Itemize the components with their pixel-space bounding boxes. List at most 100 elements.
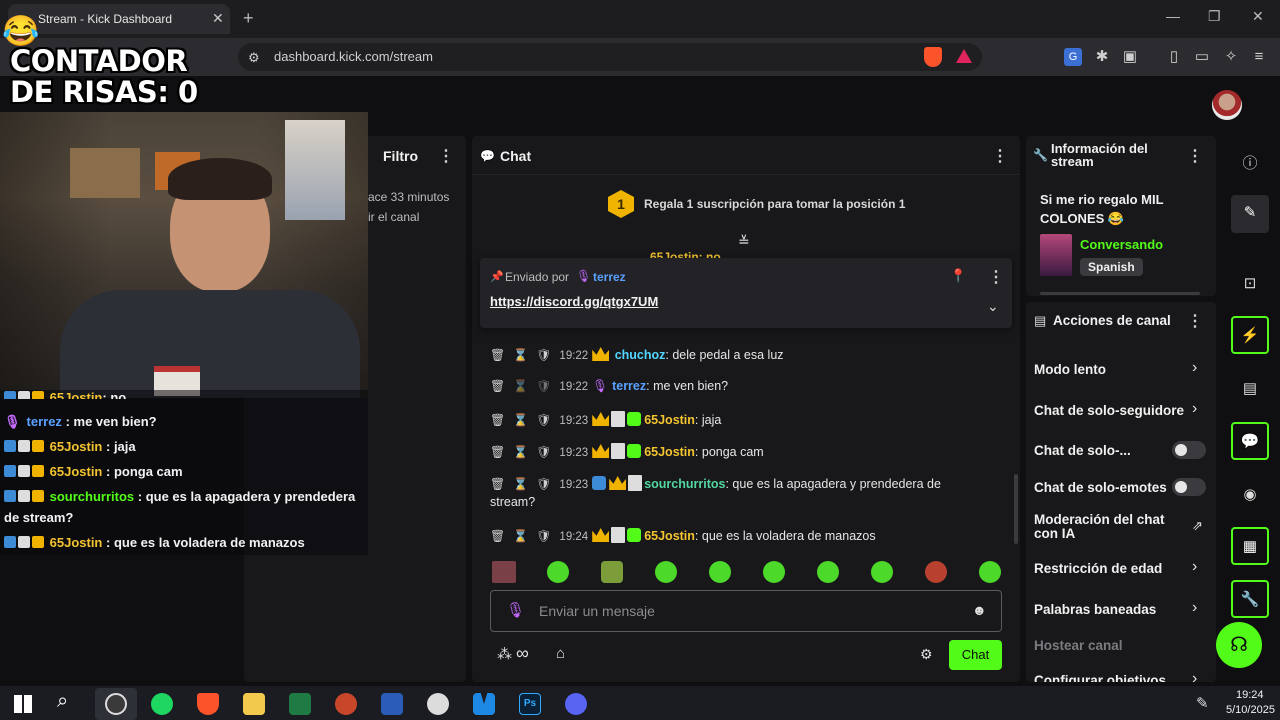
emote-4[interactable] [709, 561, 731, 583]
gift-subscription-prompt[interactable]: Regala 1 suscripción para tomar la posic… [644, 197, 905, 211]
emote-8[interactable] [925, 561, 947, 583]
url-text[interactable]: dashboard.kick.com/stream [274, 49, 433, 64]
pinned-link[interactable]: https://discord.gg/qtgx7UM [490, 294, 658, 309]
delete-icon[interactable]: 🗑 [490, 413, 505, 427]
ban-icon[interactable]: 🛡 [536, 529, 551, 543]
emote-2[interactable] [601, 561, 623, 583]
windows-start-icon[interactable] [14, 695, 32, 713]
emotes-only-toggle[interactable] [1172, 478, 1206, 496]
clock-date[interactable]: 5/10/2025 [1226, 704, 1275, 716]
message-user[interactable]: chuchoz [615, 348, 666, 362]
message-input[interactable]: Enviar un mensaje [539, 603, 655, 619]
ban-icon[interactable]: 🛡 [536, 477, 551, 491]
maximize-icon[interactable]: ❐ [1208, 8, 1221, 25]
message-user[interactable]: 65Jostin [644, 413, 695, 427]
file-explorer-icon[interactable] [243, 693, 265, 715]
expand-pinned-icon[interactable]: ⌄ [987, 298, 999, 315]
chevron-right-icon[interactable]: › [1192, 670, 1197, 682]
stream-info-scrollbar[interactable] [1040, 292, 1200, 295]
timeout-icon[interactable]: ⌛ [513, 413, 528, 427]
brave-shield-icon[interactable] [924, 47, 942, 67]
chat-message[interactable]: 🗑 ⌛ 🛡 19:23 sourchurritos: que es la apagade… [490, 475, 941, 491]
emote-6[interactable] [817, 561, 839, 583]
store-icon[interactable]: ⌂ [556, 645, 565, 662]
extensions-icon[interactable]: ✱ [1093, 48, 1111, 66]
minimize-icon[interactable]: — [1166, 8, 1180, 24]
ban-icon[interactable]: 🛡 [536, 445, 551, 459]
brave-icon[interactable] [197, 693, 219, 715]
broadcast-icon[interactable]: ◉ [1240, 485, 1260, 503]
chat-message[interactable]: 🗑 ⌛ 🛡 19:22 chuchoz: dele pedal a esa luz [490, 347, 784, 362]
excel-icon[interactable] [289, 693, 311, 715]
quick-actions-button[interactable]: ⚡ [1231, 316, 1269, 354]
message-user[interactable]: 65Jostin [644, 445, 695, 459]
tab-close-icon[interactable]: ✕ [212, 10, 224, 27]
emote-recent[interactable] [492, 561, 516, 583]
info-icon[interactable]: ⓘ [1240, 152, 1260, 173]
emote-3[interactable] [655, 561, 677, 583]
delete-icon[interactable]: 🗑 [490, 445, 505, 459]
ai-moderation-option[interactable]: Moderación del chat con IA [1034, 513, 1165, 541]
message-user[interactable]: terrez [612, 379, 646, 393]
photoshop-icon[interactable]: Ps [519, 693, 541, 715]
external-link-icon[interactable]: ⇗ [1192, 518, 1203, 534]
powerpoint-icon[interactable] [335, 693, 357, 715]
emote-9[interactable] [979, 561, 1001, 583]
screenshot-icon[interactable]: ▣ [1121, 48, 1139, 66]
stream-info-menu-icon[interactable]: ⋮ [1187, 146, 1203, 166]
close-window-icon[interactable]: ✕ [1252, 8, 1264, 25]
browser-menu-icon[interactable]: ≡ [1250, 48, 1268, 66]
pinned-user[interactable]: terrez [593, 270, 626, 284]
chat-settings-icon[interactable]: ⚙ [920, 646, 933, 663]
slow-mode-option[interactable]: Modo lento [1034, 362, 1106, 377]
new-tab-icon[interactable]: + [243, 8, 254, 29]
chat-message[interactable]: 🗑 ⌛ 🛡 19:24 65Jostin: que es la voladera de … [490, 527, 876, 543]
timeout-icon[interactable]: ⌛ [513, 529, 528, 543]
delete-icon[interactable]: 🗑 [490, 379, 505, 393]
site-settings-icon[interactable]: ⚙ [248, 50, 260, 66]
tools-button[interactable]: 🔧 [1231, 580, 1269, 618]
host-channel-option[interactable]: Hostear canal [1034, 638, 1123, 653]
discord-icon[interactable] [565, 693, 587, 715]
set-goals-option[interactable]: Configurar objetivos [1034, 673, 1166, 682]
timeout-icon[interactable]: ⌛ [513, 348, 528, 362]
browser-tab[interactable]: Stream - Kick Dashboard ✕ [8, 4, 230, 34]
chat-menu-icon[interactable]: ⋮ [992, 146, 1008, 166]
user-avatar[interactable] [1212, 90, 1242, 120]
chat-message[interactable]: 🗑 ⌛ 🛡 19:22 🎙 terrez: me ven bien? [490, 379, 728, 394]
word-icon[interactable] [381, 693, 403, 715]
category-thumbnail[interactable] [1040, 234, 1072, 276]
spotify-icon[interactable] [151, 693, 173, 715]
chevron-right-icon[interactable]: › [1192, 599, 1197, 617]
message-user[interactable]: 65Jostin [644, 529, 695, 543]
filter-menu-icon[interactable]: ⋮ [438, 146, 454, 166]
capture-icon[interactable]: ⊡ [1240, 274, 1260, 292]
emote-1[interactable] [547, 561, 569, 583]
scroll-to-bottom-icon[interactable]: ≚ [738, 233, 750, 250]
notes-icon[interactable]: ▤ [1240, 379, 1260, 397]
delete-icon[interactable]: 🗑 [490, 477, 505, 491]
followers-only-option[interactable]: Chat de solo-seguidore [1034, 403, 1184, 418]
emoji-picker-icon[interactable]: ☻ [972, 602, 987, 618]
pinned-menu-icon[interactable]: ⋮ [988, 267, 1004, 287]
age-restriction-option[interactable]: Restricción de edad [1034, 561, 1162, 576]
chat-message[interactable]: 🗑 ⌛ 🛡 19:23 65Jostin: jaja [490, 411, 721, 427]
edit-stream-button[interactable]: ✎ [1231, 195, 1269, 233]
chevron-right-icon[interactable]: › [1192, 400, 1197, 418]
emote-5[interactable] [763, 561, 785, 583]
search-icon[interactable]: ⌕ [57, 690, 68, 713]
brave-rewards-icon[interactable] [956, 49, 972, 63]
timeout-icon[interactable]: ⌛ [513, 477, 528, 491]
chevron-right-icon[interactable]: › [1192, 359, 1197, 377]
chat-message[interactable]: 🗑 ⌛ 🛡 19:23 65Jostin: ponga cam [490, 443, 764, 459]
ban-icon[interactable]: 🛡 [536, 413, 551, 427]
unpin-icon[interactable]: 📍 [950, 268, 966, 284]
translate-icon[interactable]: G [1064, 48, 1082, 66]
chevron-right-icon[interactable]: › [1192, 558, 1197, 576]
stream-category[interactable]: Conversando [1080, 237, 1163, 252]
obs-icon[interactable] [105, 693, 127, 715]
emote-7[interactable] [871, 561, 893, 583]
message-user[interactable]: sourchurritos [644, 477, 725, 491]
chat-toggle-button[interactable]: 💬 [1231, 422, 1269, 460]
timeout-icon[interactable]: ⌛ [513, 379, 528, 393]
